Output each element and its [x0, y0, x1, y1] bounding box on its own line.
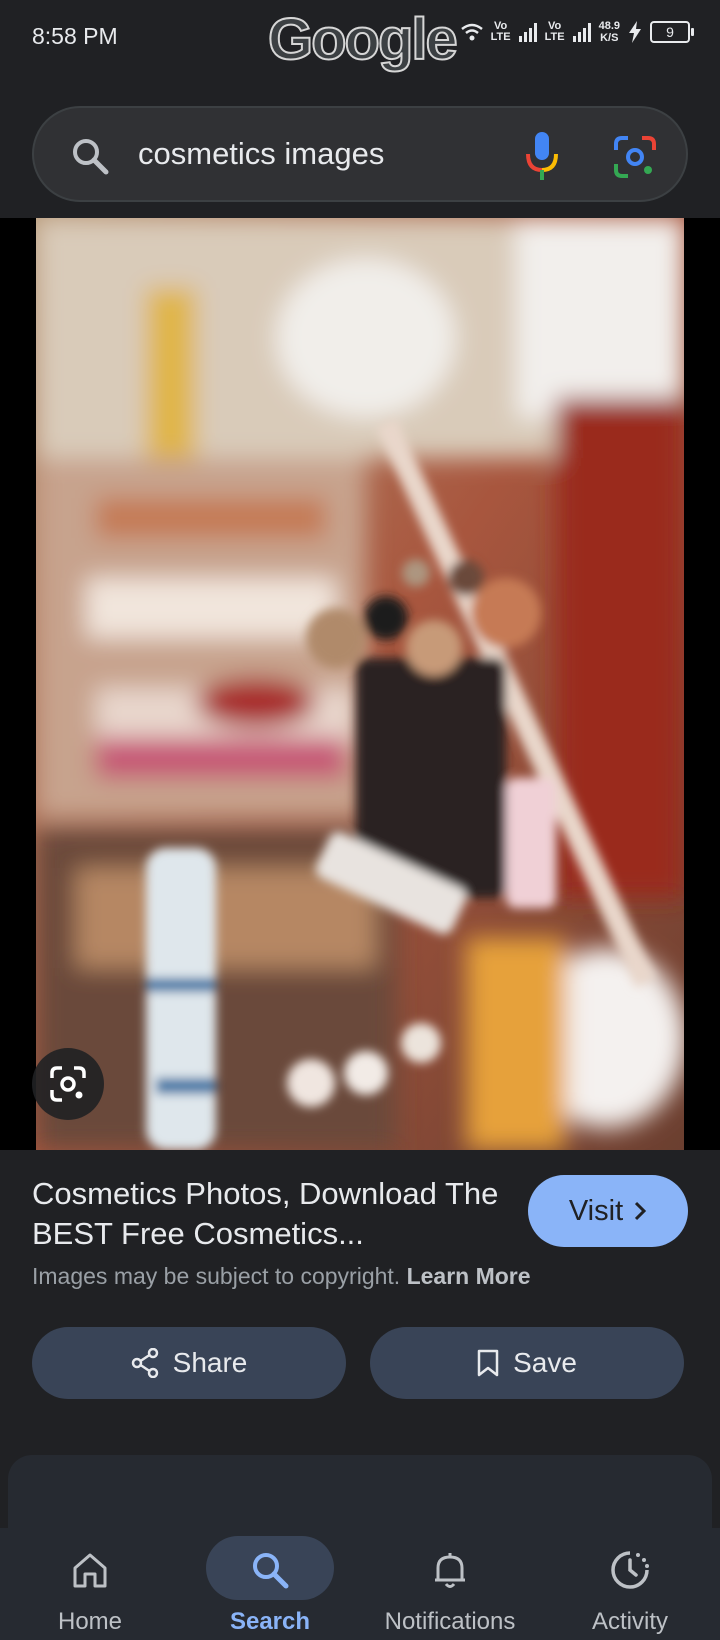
search-bar[interactable]: cosmetics images: [32, 106, 688, 202]
nav-home-label: Home: [57, 1608, 123, 1635]
sim1-volte-label: Vo LTE: [490, 20, 511, 43]
activity-icon: [611, 1551, 649, 1589]
chevron-right-icon: [635, 1201, 647, 1221]
nav-search[interactable]: Search: [180, 1528, 360, 1640]
search-icon: [253, 1553, 289, 1589]
nav-activity[interactable]: Activity: [540, 1528, 720, 1640]
sim2-volte-label: Vo LTE: [544, 20, 565, 43]
status-icons: Vo LTE Vo LTE 48.9 K/S 9: [460, 20, 694, 44]
copyright-text: Images may be subject to copyright.: [32, 1263, 401, 1289]
nav-notifications[interactable]: Notifications: [360, 1528, 540, 1640]
learn-more-link[interactable]: Learn More: [407, 1263, 531, 1289]
share-button[interactable]: Share: [32, 1327, 346, 1399]
status-time: 8:58 PM: [32, 22, 118, 49]
bell-icon: [435, 1553, 465, 1588]
save-button[interactable]: Save: [370, 1327, 684, 1399]
wifi-icon: [460, 23, 483, 41]
battery-level: 9: [666, 24, 674, 40]
charging-icon: [629, 21, 641, 43]
share-label: Share: [172, 1347, 248, 1378]
battery-icon: 9: [650, 21, 694, 43]
bottom-navigation: Home Search Notifications Activity: [0, 1528, 720, 1640]
share-icon: [131, 1348, 158, 1378]
mic-icon[interactable]: [520, 130, 564, 182]
result-image[interactable]: [36, 218, 684, 1150]
cosmetics-photo: [36, 218, 684, 1150]
lens-icon: [50, 1066, 86, 1102]
signal-bars-2-icon: [572, 22, 591, 42]
nav-notifications-label: Notifications: [384, 1608, 516, 1635]
nav-home[interactable]: Home: [0, 1528, 180, 1640]
lens-icon[interactable]: [612, 134, 658, 180]
google-logo: Google: [267, 6, 459, 73]
result-title[interactable]: Cosmetics Photos, Download The BEST Free…: [32, 1174, 502, 1254]
visit-button[interactable]: Visit: [528, 1175, 688, 1247]
save-label: Save: [513, 1347, 577, 1378]
signal-bars-1-icon: [518, 22, 537, 42]
visit-button-label: Visit: [568, 1194, 624, 1227]
nav-search-label: Search: [229, 1608, 311, 1635]
bookmark-icon: [477, 1349, 499, 1377]
network-speed: 48.9 K/S: [598, 20, 620, 44]
search-input[interactable]: cosmetics images: [138, 136, 384, 172]
image-viewer: [0, 218, 720, 1150]
nav-activity-label: Activity: [591, 1608, 668, 1635]
copyright-notice: Images may be subject to copyright. Lear…: [32, 1263, 531, 1290]
home-icon: [73, 1553, 107, 1588]
image-lens-button[interactable]: [32, 1048, 104, 1120]
search-icon[interactable]: [70, 136, 110, 176]
